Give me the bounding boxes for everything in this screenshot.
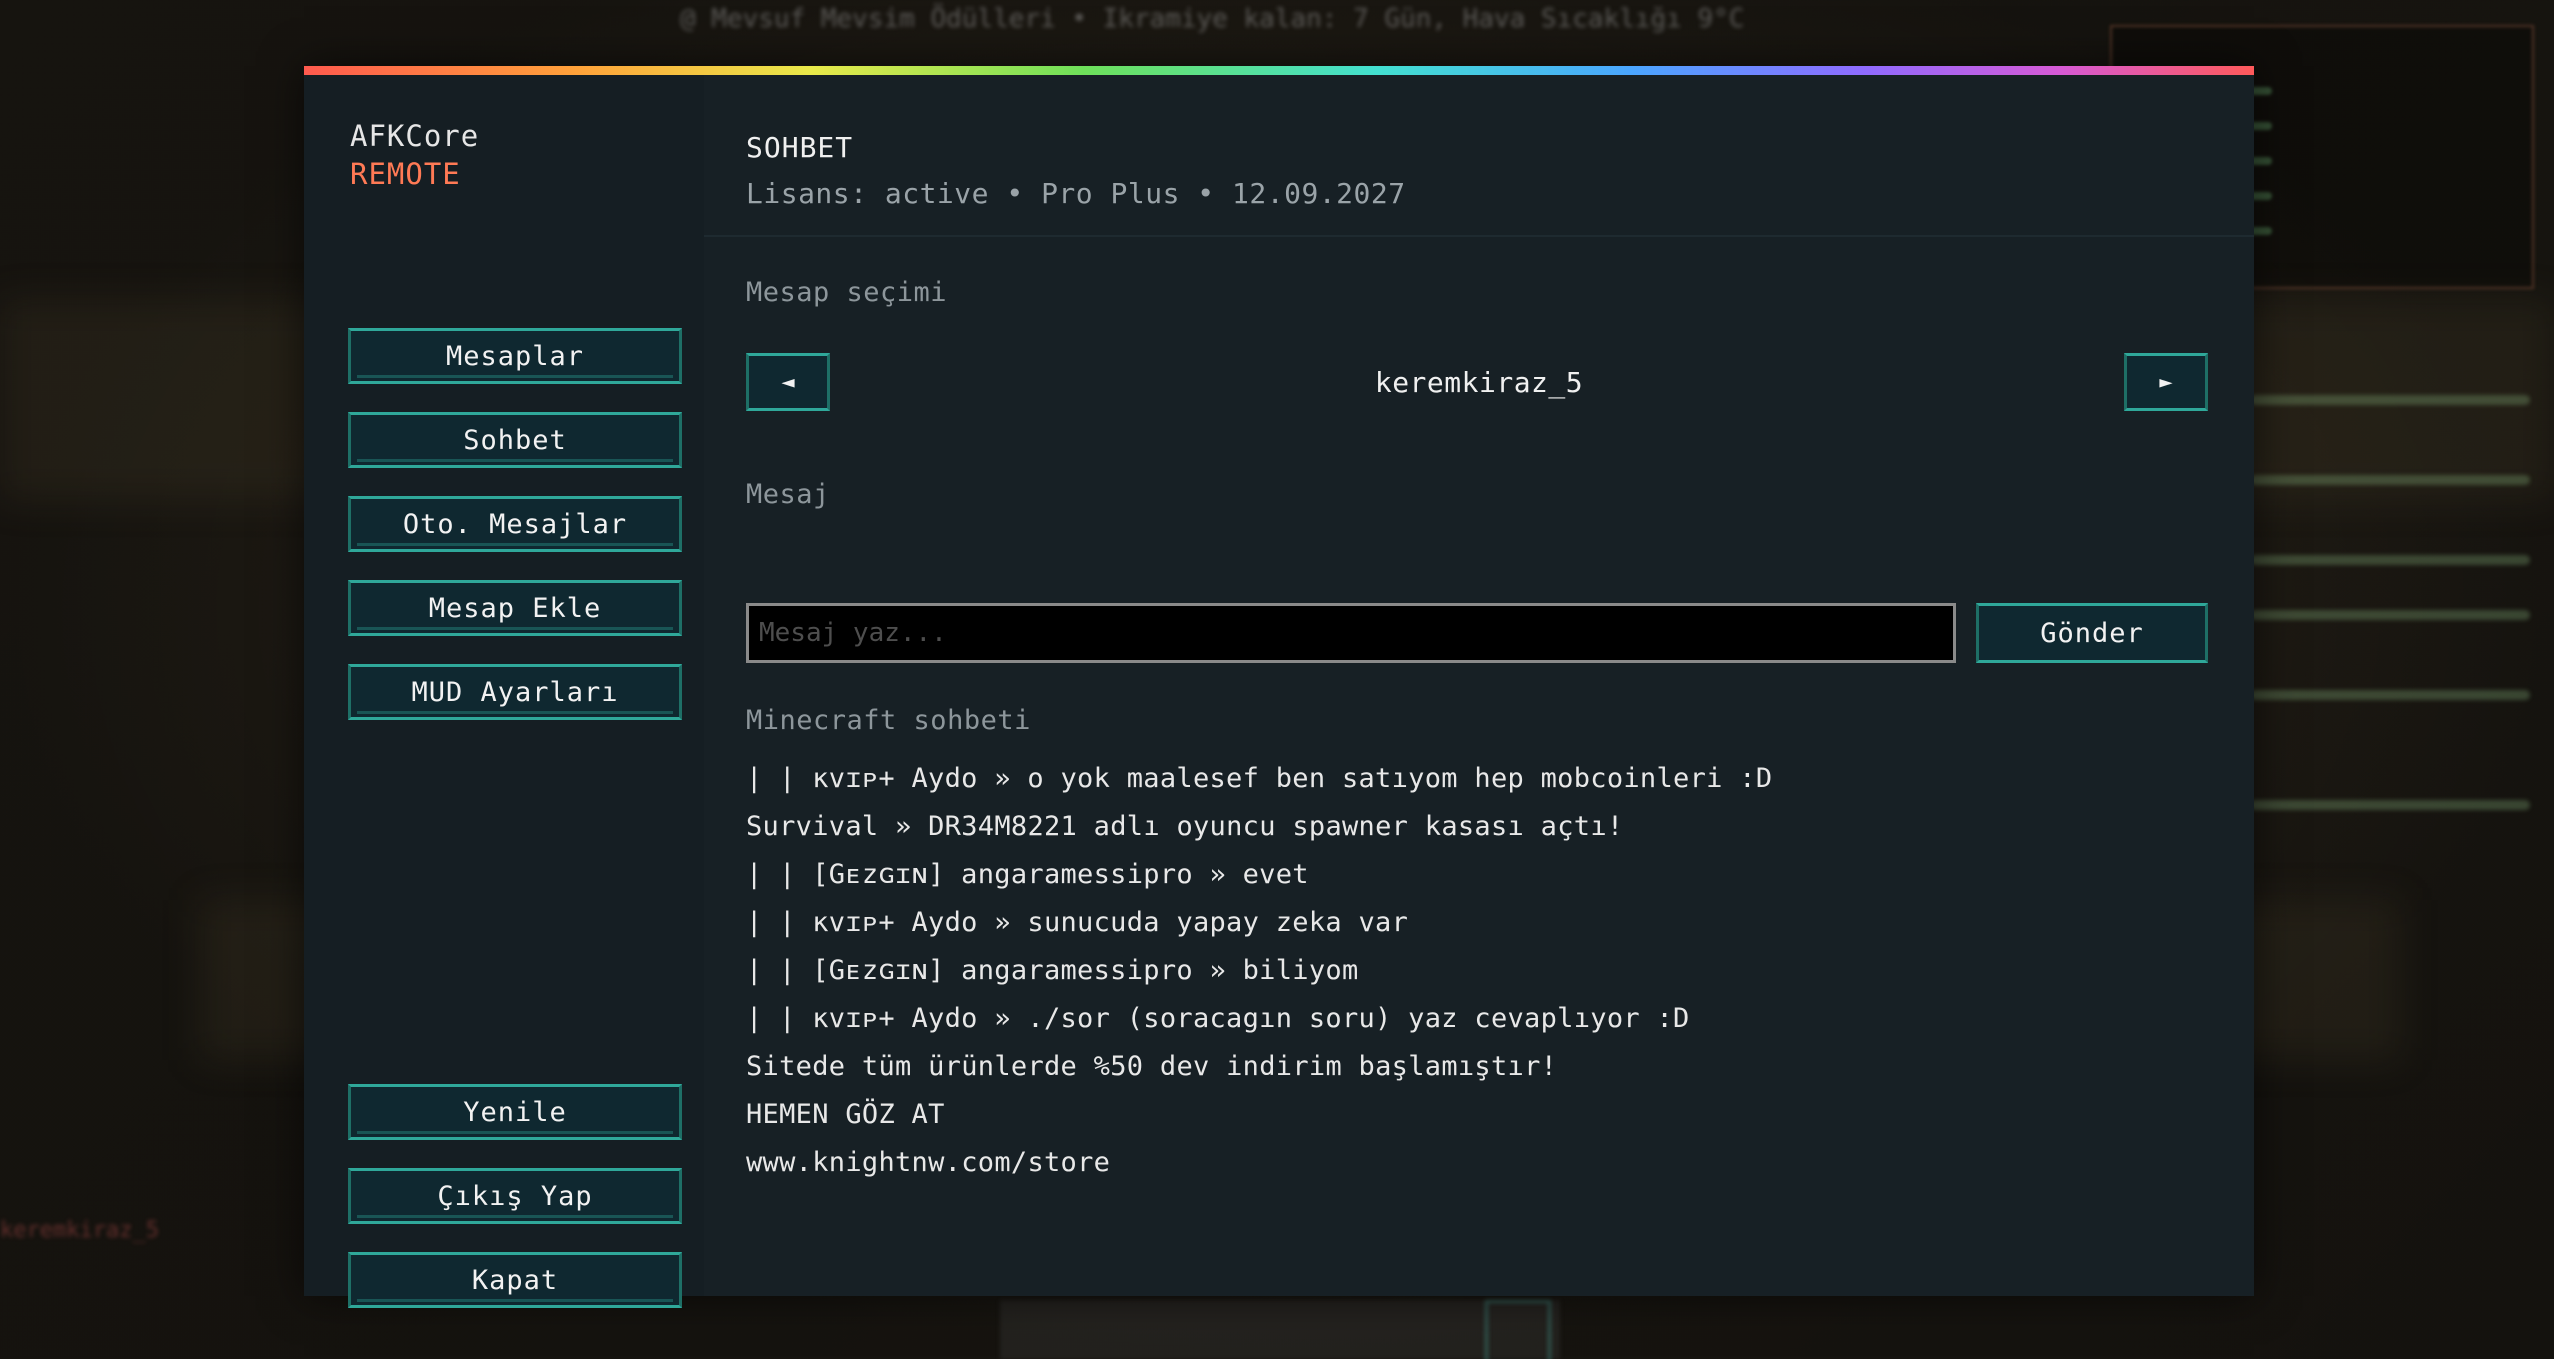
chat-message: www.knightnw.com/store — [746, 1147, 1111, 1178]
background-side-text — [2250, 475, 2530, 485]
chat-message: | | [Gᴇzɢɪɴ] angaramessipro » evet — [746, 859, 1309, 890]
afkcore-panel: AFKCore REMOTE Mesaplar Sohbet Oto. Mesa… — [304, 66, 2254, 1308]
chat-message: | | ĸvɪᴘ+ Aydo » o yok maalesef ben satı… — [746, 763, 1773, 794]
nav-button-add-account[interactable]: Mesap Ekle — [348, 580, 682, 636]
background-side-text — [2250, 395, 2530, 405]
nav-button-chat[interactable]: Sohbet — [348, 412, 682, 468]
chat-message: | | [Gᴇzɢɪɴ] angaramessipro » biliyom — [746, 955, 1359, 986]
account-selector-label: Mesap seçimi — [746, 277, 948, 308]
chat-message: Survival » DR34M8221 adlı oyuncu spawner… — [746, 811, 1624, 842]
send-button[interactable]: Gönder — [1976, 603, 2208, 663]
previous-account-button[interactable]: ◄ — [746, 353, 830, 411]
header-divider — [704, 235, 2254, 237]
close-button[interactable]: Kapat — [348, 1252, 682, 1308]
background-hotbar-slot — [1485, 1300, 1551, 1359]
background-side-text — [2250, 555, 2530, 565]
message-input[interactable] — [746, 603, 1956, 663]
brand-subtitle: REMOTE — [350, 157, 461, 191]
chat-message: | | ĸvɪᴘ+ Aydo » ./sor (soracagın soru) … — [746, 1003, 1690, 1034]
sidebar: AFKCore REMOTE Mesaplar Sohbet Oto. Mesa… — [304, 75, 704, 1308]
logout-button[interactable]: Çıkış Yap — [348, 1168, 682, 1224]
background-side-text — [2250, 690, 2530, 700]
selected-account-name: keremkiraz_5 — [1374, 365, 1584, 399]
chat-message: | | ĸvɪᴘ+ Aydo » sunucuda yapay zeka var — [746, 907, 1409, 938]
rainbow-accent-bar — [304, 66, 2254, 75]
background-side-text — [2250, 800, 2530, 810]
brand-title: AFKCore — [350, 119, 480, 153]
background-hotbar — [1000, 1300, 1560, 1359]
arrow-right-icon: ► — [2159, 369, 2173, 395]
license-info: Lisans: active • Pro Plus • 12.09.2027 — [746, 177, 1406, 210]
page-title: SOHBET — [746, 131, 854, 164]
refresh-button[interactable]: Yenile — [348, 1084, 682, 1140]
chat-message: Sitede tüm ürünlerde %50 dev indirim baş… — [746, 1051, 1558, 1082]
chat-message: HEMEN GÖZ AT — [746, 1099, 945, 1130]
next-account-button[interactable]: ► — [2124, 353, 2208, 411]
main-content: SOHBET Lisans: active • Pro Plus • 12.09… — [704, 75, 2254, 1296]
message-label: Mesaj — [746, 479, 830, 510]
arrow-left-icon: ◄ — [781, 369, 795, 395]
nav-button-auto-messages[interactable]: Oto. Mesajlar — [348, 496, 682, 552]
nav-button-accounts[interactable]: Mesaplar — [348, 328, 682, 384]
background-side-text — [2250, 610, 2530, 620]
chat-log-label: Minecraft sohbeti — [746, 705, 1031, 736]
background-hud-text: @ Mevsuf Mevsim Ödülleri • Ikramiye kala… — [680, 4, 1745, 34]
chat-log: | | ĸvɪᴘ+ Aydo » o yok maalesef ben satı… — [746, 755, 2206, 1187]
nav-button-hud-settings[interactable]: MUD Ayarları — [348, 664, 682, 720]
background-chat-text: keremkiraz_5 — [0, 1218, 159, 1243]
